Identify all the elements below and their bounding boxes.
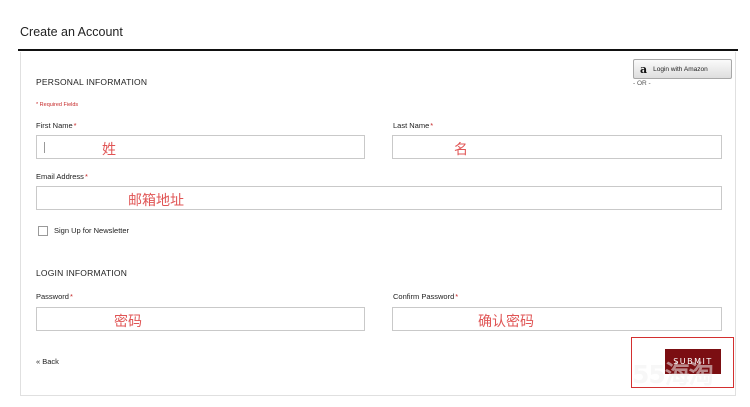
confirm-password-label-text: Confirm Password bbox=[393, 292, 455, 301]
amazon-icon: a bbox=[640, 62, 648, 76]
password-field[interactable]: 密码 bbox=[36, 307, 365, 331]
first-name-label-text: First Name bbox=[36, 121, 73, 130]
confirm-password-value: 确认密码 bbox=[478, 314, 534, 330]
last-name-label: Last Name* bbox=[393, 121, 433, 130]
password-value: 密码 bbox=[114, 314, 142, 330]
newsletter-checkbox[interactable] bbox=[38, 226, 48, 236]
personal-info-heading: PERSONAL INFORMATION bbox=[36, 77, 148, 87]
text-caret bbox=[44, 142, 45, 153]
first-name-value: 姓 bbox=[102, 142, 116, 158]
email-field[interactable]: 邮箱地址 bbox=[36, 186, 722, 210]
title-divider bbox=[18, 49, 738, 51]
required-star: * bbox=[84, 172, 88, 181]
confirm-password-label: Confirm Password* bbox=[393, 292, 458, 301]
password-label-text: Password bbox=[36, 292, 69, 301]
account-form-panel bbox=[20, 52, 736, 396]
required-star: * bbox=[455, 292, 459, 301]
first-name-field[interactable]: 姓 bbox=[36, 135, 365, 159]
required-fields-note: * Required Fields bbox=[36, 102, 79, 108]
last-name-value: 名 bbox=[454, 142, 468, 158]
required-star: * bbox=[69, 292, 73, 301]
email-label: Email Address* bbox=[36, 172, 88, 181]
confirm-password-field[interactable]: 确认密码 bbox=[392, 307, 722, 331]
last-name-field[interactable]: 名 bbox=[392, 135, 722, 159]
email-label-text: Email Address bbox=[36, 172, 84, 181]
submit-button[interactable]: SUBMIT bbox=[665, 349, 721, 374]
login-info-heading: LOGIN INFORMATION bbox=[36, 268, 128, 278]
required-star: * bbox=[73, 121, 77, 130]
newsletter-label: Sign Up for Newsletter bbox=[54, 226, 130, 235]
required-star: * bbox=[430, 121, 434, 130]
or-separator: - OR - bbox=[633, 80, 651, 87]
password-label: Password* bbox=[36, 292, 73, 301]
first-name-label: First Name* bbox=[36, 121, 77, 130]
amazon-button-label: Login with Amazon bbox=[653, 65, 708, 73]
email-value: 邮箱地址 bbox=[128, 193, 184, 209]
back-link[interactable]: « Back bbox=[36, 357, 59, 366]
last-name-label-text: Last Name bbox=[393, 121, 430, 130]
page-title: Create an Account bbox=[20, 25, 123, 39]
login-with-amazon-button[interactable]: a Login with Amazon bbox=[633, 59, 732, 79]
